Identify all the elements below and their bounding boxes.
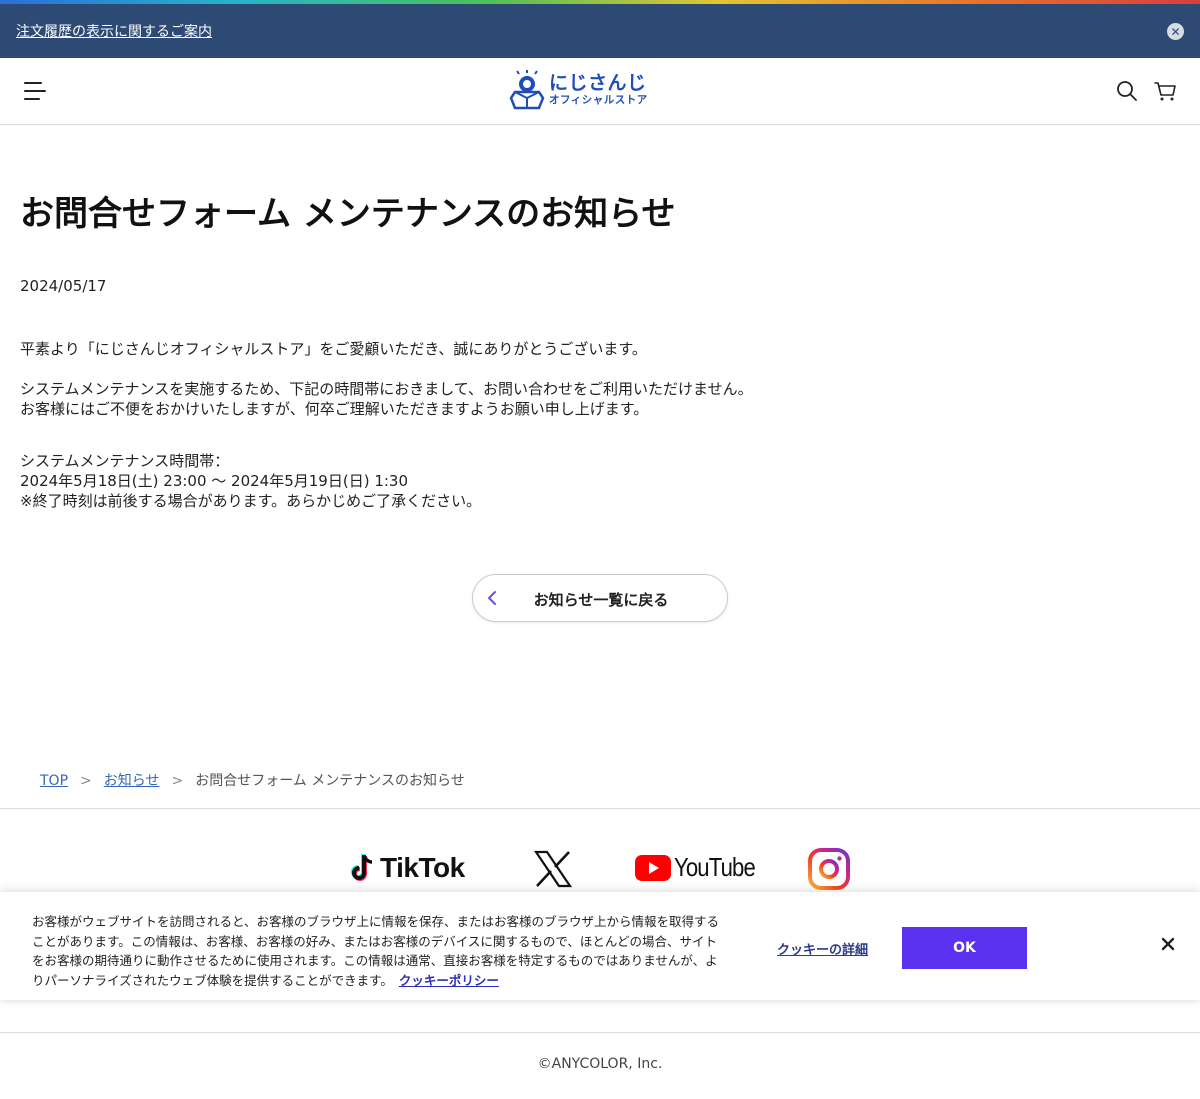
close-icon: ✕ <box>1170 24 1181 39</box>
apology-text: お客様にはご不便をおかけいたしますが、何卒ご理解いただきますようお願い申し上げま… <box>20 400 649 418</box>
hamburger-menu-button[interactable] <box>24 82 46 100</box>
footer-bottom-divider <box>0 1032 1200 1033</box>
maintenance-notice-text: システムメンテナンスを実施するため、下記の時間帯におきまして、お問い合わせをご利… <box>20 380 753 398</box>
logo-subtitle: オフィシャルストア <box>549 94 648 107</box>
back-button-label: お知らせ一覧に戻る <box>533 591 669 609</box>
x-link[interactable] <box>533 850 573 892</box>
breadcrumb-top-link[interactable]: TOP <box>40 773 68 789</box>
breadcrumb-separator: > <box>171 773 184 789</box>
post-date: 2024/05/17 <box>20 277 107 295</box>
order-history-notice-link[interactable]: 注文履歴の表示に関するご案内 <box>16 21 212 41</box>
site-header: にじさんじ オフィシャルストア <box>0 58 1200 125</box>
footer-divider <box>0 808 1200 809</box>
cookie-policy-link[interactable]: クッキーポリシー <box>399 973 499 988</box>
copyright-text: ©ANYCOLOR, Inc. <box>537 1056 663 1072</box>
menu-icon-bar <box>24 90 46 92</box>
store-logo[interactable]: にじさんじ オフィシャルストア <box>509 68 669 112</box>
cart-button[interactable] <box>1153 79 1177 103</box>
breadcrumb-news-link[interactable]: お知らせ <box>104 773 160 789</box>
menu-icon-bar <box>24 98 40 100</box>
breadcrumb-separator: > <box>80 773 92 789</box>
cookie-text: お客様がウェブサイトを訪問されると、お客様のブラウザ上に情報を保存、またはお客様… <box>32 914 720 988</box>
youtube-icon <box>635 854 671 881</box>
cookie-details-link[interactable]: クッキーの詳細 <box>777 939 868 958</box>
cookie-close-icon[interactable] <box>1160 936 1176 952</box>
cart-icon <box>1154 82 1176 101</box>
menu-icon-bar <box>24 82 42 84</box>
maintenance-time: 2024年5月18日(土) 23:00 〜 2024年5月19日(日) 1:30 <box>20 472 409 490</box>
maintenance-note: ※終了時刻は前後する場合があります。あらかじめご了承ください。 <box>20 492 482 510</box>
logo-title: にじさんじ <box>549 72 647 95</box>
cookie-ok-button[interactable]: OK <box>902 927 1027 969</box>
article-body: 平素より「にじさんじオフィシャルストア」をご愛顧いただき、誠にありがとうございま… <box>20 339 753 511</box>
page-title: お問合せフォーム メンテナンスのお知らせ <box>20 194 676 234</box>
maintenance-label: システムメンテナンス時間帯： <box>20 452 230 470</box>
tiktok-label: TikTok <box>380 852 465 883</box>
search-button[interactable] <box>1116 80 1138 102</box>
youtube-label: YouTube <box>674 852 756 882</box>
tiktok-icon <box>351 854 373 881</box>
notice-bar: 注文履歴の表示に関するご案内 ✕ <box>0 4 1200 58</box>
instagram-link[interactable] <box>808 848 850 894</box>
search-icon <box>1117 81 1137 101</box>
instagram-icon <box>808 848 850 890</box>
back-to-news-button[interactable]: お知らせ一覧に戻る <box>472 574 728 622</box>
breadcrumb-current: お問合せフォーム メンテナンスのお知らせ <box>195 773 465 789</box>
logo-mascot-icon <box>509 70 545 110</box>
cookie-consent-banner: お客様がウェブサイトを訪問されると、お客様のブラウザ上に情報を保存、またはお客様… <box>0 892 1200 1000</box>
notice-close-button[interactable]: ✕ <box>1167 23 1184 40</box>
breadcrumb: TOP > お知らせ > お問合せフォーム メンテナンスのお知らせ <box>40 770 465 790</box>
greeting-text: 平素より「にじさんじオフィシャルストア」をご愛顧いただき、誠にありがとうございま… <box>20 340 647 358</box>
youtube-link[interactable]: YouTube <box>635 852 769 883</box>
cookie-description: お客様がウェブサイトを訪問されると、お客様のブラウザ上に情報を保存、またはお客様… <box>32 912 722 990</box>
x-icon <box>533 850 573 888</box>
tiktok-link[interactable]: TikTok <box>350 852 465 884</box>
